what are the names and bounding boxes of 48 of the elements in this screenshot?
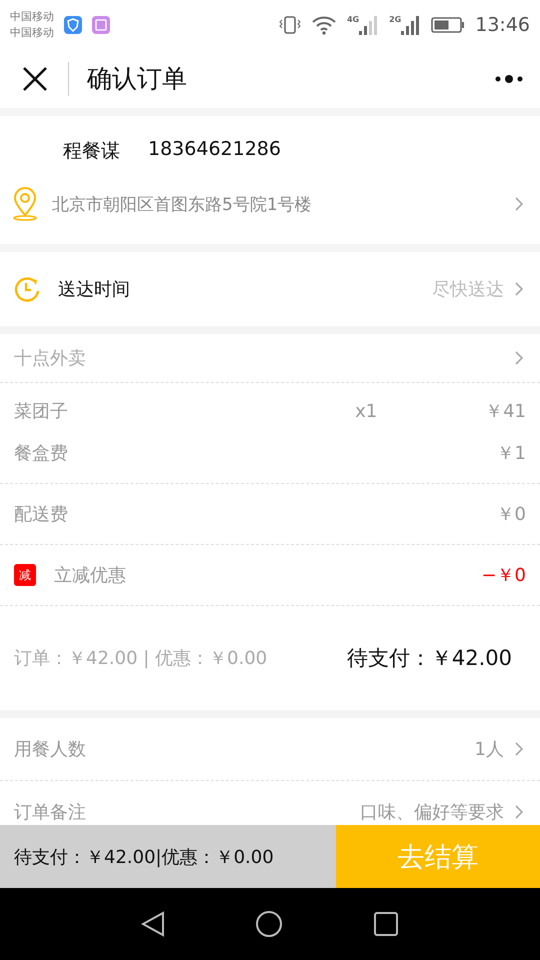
delivery-time-value[interactable]: 尽快送达 bbox=[432, 277, 504, 301]
option-value[interactable]: 1人 bbox=[474, 737, 504, 761]
more-icon[interactable] bbox=[494, 74, 524, 84]
wifi-icon bbox=[310, 15, 337, 35]
signal-icon bbox=[359, 15, 380, 35]
close-icon[interactable] bbox=[22, 66, 48, 92]
option-label: 订单备注 bbox=[14, 801, 87, 824]
amount-due: 待支付：￥42.00 bbox=[346, 645, 512, 672]
chevron-icon bbox=[514, 804, 524, 820]
option-value[interactable]: 口味、偏好等要求 bbox=[360, 800, 504, 824]
checkout-summary: 待支付：￥42.00|优惠：￥0.00 bbox=[0, 825, 336, 888]
chevron-icon bbox=[514, 741, 524, 757]
discount-badge: 减 bbox=[14, 564, 36, 586]
clock-time: 13:46 bbox=[475, 14, 530, 36]
discount-amount: −￥0 bbox=[481, 564, 526, 587]
signal-icon bbox=[401, 15, 422, 35]
item-name: 菜团子 bbox=[14, 400, 69, 423]
carrier-name: 中国移动 bbox=[10, 25, 54, 41]
page-title: 确认订单 bbox=[68, 62, 187, 96]
contact-phone: 18364621286 bbox=[148, 138, 281, 162]
home-icon[interactable] bbox=[255, 910, 283, 938]
item-quantity: x1 bbox=[355, 400, 378, 422]
fee-label: 配送费 bbox=[14, 503, 69, 526]
fee-label: 餐盒费 bbox=[14, 442, 69, 465]
contact-name: 程餐谋 bbox=[63, 139, 120, 164]
chevron-icon bbox=[514, 350, 524, 366]
network-type: 2G bbox=[389, 15, 402, 24]
chevron-icon bbox=[514, 196, 524, 212]
order-summary: 订单：￥42.00 | 优惠：￥0.00 bbox=[14, 647, 268, 670]
chevron-icon bbox=[514, 281, 524, 297]
back-icon[interactable] bbox=[141, 911, 165, 937]
vibrate-icon bbox=[278, 15, 301, 35]
delivery-time-label: 送达时间 bbox=[58, 278, 131, 301]
item-price: ￥41 bbox=[485, 400, 526, 423]
shield-icon bbox=[64, 16, 82, 34]
recent-apps-icon[interactable] bbox=[373, 911, 399, 937]
gallery-icon bbox=[92, 16, 110, 34]
checkout-button[interactable]: 去结算 bbox=[336, 825, 540, 888]
option-label: 用餐人数 bbox=[14, 738, 87, 761]
fee-amount: ￥1 bbox=[496, 442, 526, 465]
battery-icon bbox=[431, 16, 466, 34]
fee-amount: ￥0 bbox=[496, 503, 526, 526]
store-name[interactable]: 十点外卖 bbox=[14, 346, 504, 370]
delivery-address[interactable]: 北京市朝阳区首图东路5号院1号楼 bbox=[52, 192, 504, 216]
discount-label: 立减优惠 bbox=[54, 564, 127, 587]
carrier-name: 中国移动 bbox=[10, 9, 54, 25]
location-pin-icon bbox=[12, 187, 38, 221]
network-type: 4G bbox=[346, 15, 360, 24]
